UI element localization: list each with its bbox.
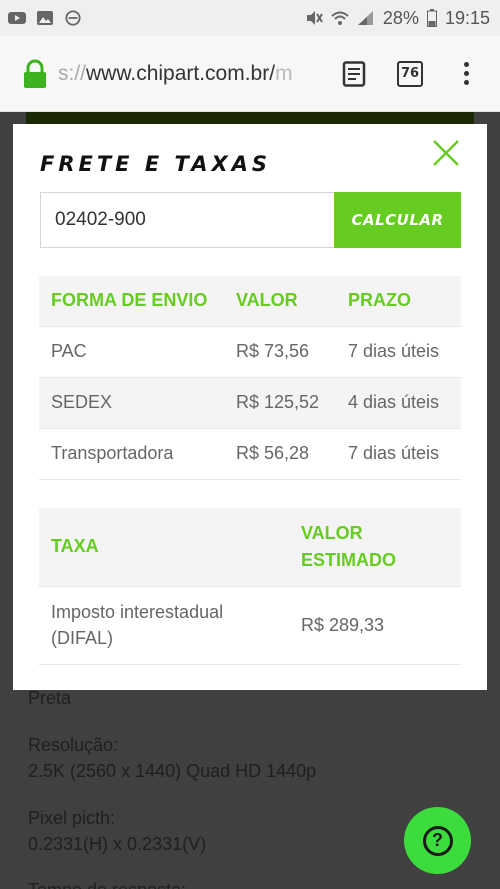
table-row: PAC R$ 73,56 7 dias úteis (39, 325, 461, 377)
address-bar[interactable]: s://www.chipart.com.br/m (58, 62, 318, 86)
youtube-icon (8, 12, 26, 24)
shipping-method: Transportadora (39, 427, 224, 480)
cep-input[interactable]: 02402-900 (40, 192, 336, 248)
shipping-time: 7 dias úteis (336, 325, 461, 377)
clock: 19:15 (444, 7, 490, 28)
tax-name: Imposto interestadual (DIFAL) (39, 585, 289, 665)
wifi-icon (331, 11, 349, 25)
table-header-row: FORMA DE ENVIO VALOR PRAZO (39, 276, 461, 326)
tab-count: 76 (397, 60, 423, 87)
shipping-price: R$ 73,56 (224, 325, 336, 377)
shipping-method: PAC (39, 325, 224, 377)
calculate-button[interactable]: CALCULAR (334, 192, 461, 248)
col-price: VALOR (236, 290, 298, 311)
mute-icon (306, 11, 323, 25)
shipping-table: FORMA DE ENVIO VALOR PRAZO PAC R$ 73,56 … (39, 276, 461, 480)
menu-button[interactable] (446, 54, 486, 94)
col-shipping-method: FORMA DE ENVIO (51, 290, 208, 311)
shipping-time: 4 dias úteis (336, 376, 461, 428)
tax-table: TAXA VALOR ESTIMADO Imposto interestadua… (39, 508, 461, 665)
help-button[interactable]: ? (404, 807, 471, 874)
battery-icon (426, 9, 437, 27)
table-row: SEDEX R$ 125,52 4 dias úteis (39, 376, 461, 428)
more-vert-icon (463, 62, 469, 85)
spec-resolution-label: Resolução: (28, 735, 119, 755)
reader-mode-icon (342, 60, 366, 87)
url-tail: m (275, 61, 293, 85)
status-bar: 28% 19:15 (0, 0, 500, 36)
lock-icon[interactable] (22, 59, 48, 89)
spec-pixel-pitch-label: Pixel picth: (28, 808, 116, 828)
reader-mode-button[interactable] (334, 54, 374, 94)
shipping-price: R$ 125,52 (224, 376, 336, 428)
table-row: Transportadora R$ 56,28 7 dias úteis (39, 427, 461, 480)
col-tax: TAXA (51, 536, 99, 557)
image-icon (37, 11, 53, 25)
url-scheme: s:// (58, 61, 87, 85)
spec-response-time-label: Tempo de resposta: (28, 878, 186, 889)
shipping-time: 7 dias úteis (336, 427, 461, 480)
table-row: Imposto interestadual (DIFAL) R$ 289,33 (39, 585, 461, 665)
col-delivery-time: PRAZO (348, 290, 411, 311)
shipping-method: SEDEX (39, 376, 224, 428)
modal-title: FRETE E TAXAS (40, 152, 272, 176)
col-estimated-value: VALOR ESTIMADO (301, 522, 397, 570)
tabs-button[interactable]: 76 (390, 54, 430, 94)
battery-percent: 28% (382, 7, 419, 28)
signal-icon (357, 11, 373, 25)
browser-toolbar: s://www.chipart.com.br/m 76 (0, 36, 500, 112)
do-not-disturb-icon (65, 10, 81, 26)
close-button[interactable] (431, 138, 461, 168)
spec-resolution-value: 2.5K (2560 x 1440) Quad HD 1440p (28, 761, 317, 781)
tax-value: R$ 289,33 (289, 585, 461, 665)
shipping-modal: FRETE E TAXAS 02402-900 CALCULAR FORMA D… (13, 124, 487, 690)
close-icon (433, 140, 459, 166)
url-host: www.chipart.com.br/ (86, 61, 276, 85)
spec-pixel-pitch-value: 0.2331(H) x 0.2331(V) (28, 834, 207, 854)
table-header-row: TAXA VALOR ESTIMADO (39, 508, 461, 586)
help-icon: ? (422, 825, 453, 856)
shipping-price: R$ 56,28 (224, 427, 336, 480)
